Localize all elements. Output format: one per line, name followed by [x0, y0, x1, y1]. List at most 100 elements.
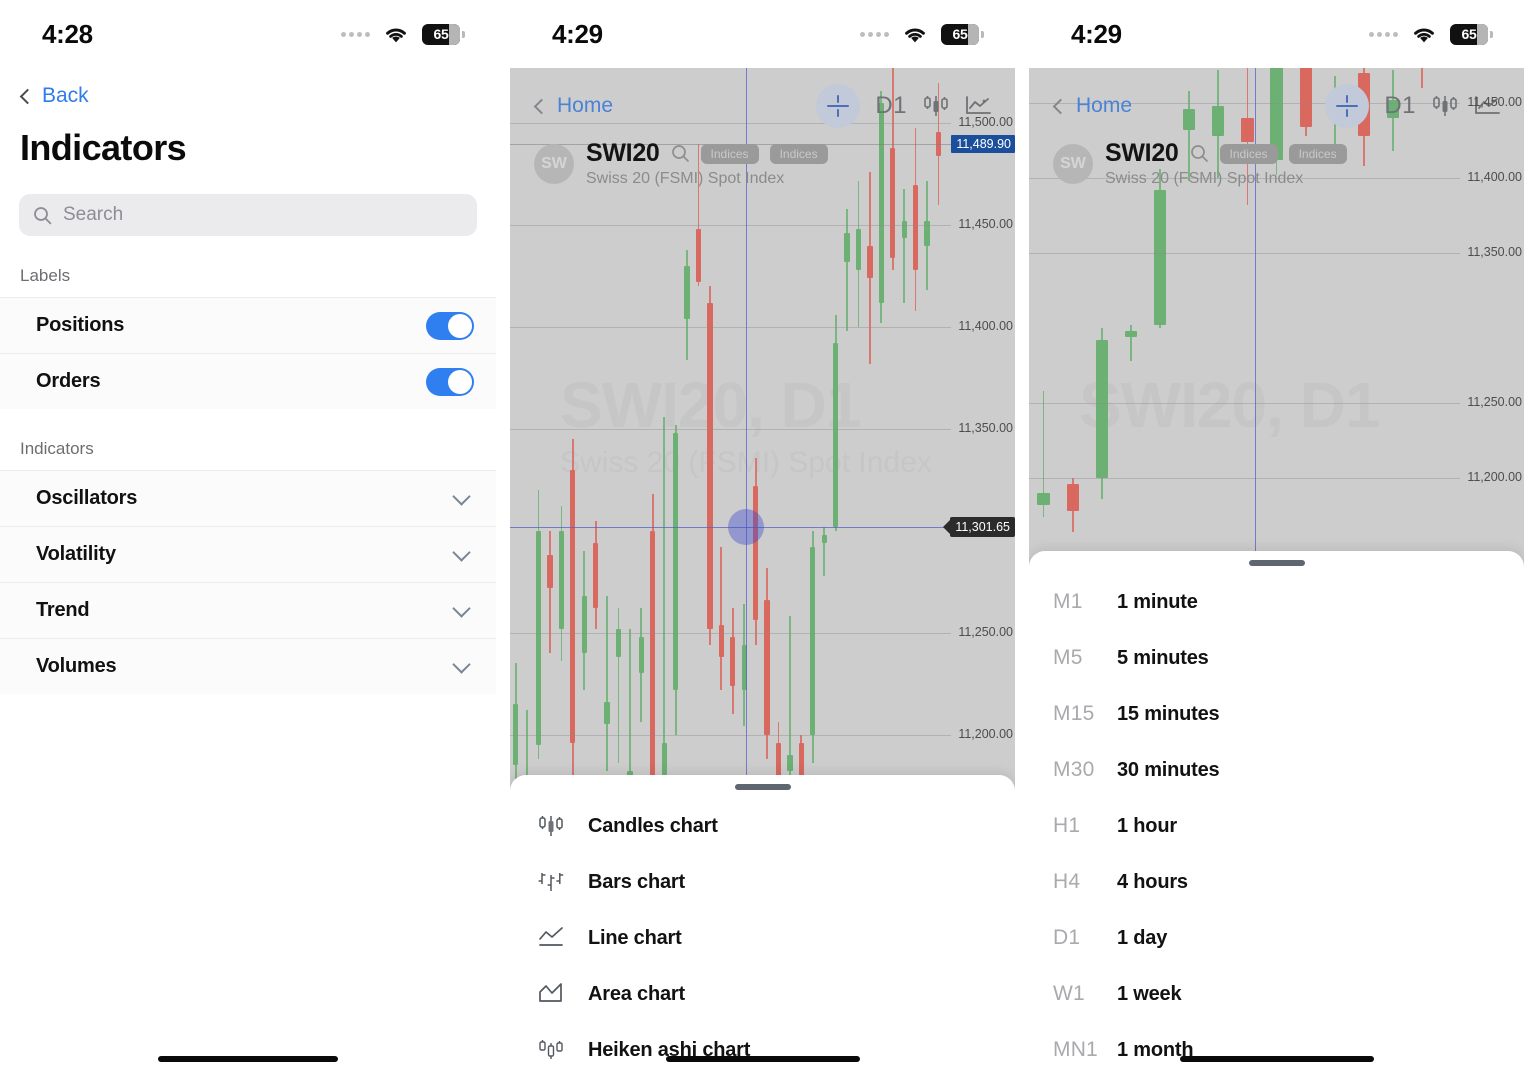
back-button[interactable]: Back [0, 68, 496, 108]
symbol-description: Swiss 20 (FSMI) Spot Index [1105, 170, 1304, 187]
signal-dots-icon [1369, 31, 1398, 37]
positions-toggle[interactable] [426, 311, 474, 340]
timeframe-item-label: 15 minutes [1117, 702, 1220, 725]
chart-type-item-candles[interactable]: Candles chart [510, 798, 1015, 854]
search-placeholder: Search [63, 204, 124, 225]
row-volumes[interactable]: Volumes [0, 638, 496, 694]
row-volatility[interactable]: Volatility [0, 526, 496, 582]
chevron-down-icon [452, 486, 471, 506]
status-time: 4:29 [552, 18, 603, 49]
candle-body [650, 530, 656, 792]
page-title: Indicators [20, 127, 187, 168]
candle-body [1095, 340, 1108, 478]
candle-body [1037, 493, 1050, 505]
candle-body [558, 530, 565, 629]
candle-body [581, 596, 587, 654]
candles-chart-icon [534, 813, 568, 839]
candle-body [718, 624, 724, 658]
chart-type-item-area[interactable]: Area chart [510, 966, 1015, 1022]
candle-body [604, 701, 610, 725]
home-back-button[interactable]: Home [533, 94, 613, 118]
timeframe-list: M1 1 minute M5 5 minutes M15 15 minutes M30 30 … [1029, 566, 1524, 1078]
symbol-header[interactable]: SW SWI20 Indices Indices Swiss 20 (FSMI)… [1029, 128, 1524, 188]
candle-body [810, 547, 816, 735]
row-positions[interactable]: Positions [0, 297, 496, 353]
timeframe-item-d1[interactable]: D1 1 day [1029, 910, 1524, 966]
symbol-ticker: SWI20 [586, 139, 660, 167]
timeframe-item-h1[interactable]: H1 1 hour [1029, 798, 1524, 854]
row-orders[interactable]: Orders [0, 353, 496, 409]
chart-type-button[interactable] [1431, 93, 1459, 119]
timeframe-item-m30[interactable]: M30 30 minutes [1029, 742, 1524, 798]
section-header-labels: Labels [20, 266, 71, 285]
timeframe-item-label: 1 minute [1117, 590, 1198, 613]
screen-chart-type: 4:29 65 SWI20, D1 Swiss 20 (FSMI) Spot I… [510, 0, 1015, 1078]
crosshair-button[interactable] [1325, 84, 1370, 128]
search-input[interactable]: Search [19, 194, 477, 236]
chart-gridline [1029, 403, 1460, 404]
timeframe-item-mn1[interactable]: MN1 1 month [1029, 1022, 1524, 1078]
candle-body [867, 245, 873, 279]
candles-chart-icon [1433, 96, 1457, 116]
candle-wick [903, 188, 906, 303]
status-indicators: 65 [341, 23, 465, 45]
timeframe-item-w1[interactable]: W1 1 week [1029, 966, 1524, 1022]
row-volumes-label: Volumes [36, 655, 117, 677]
candle-body [901, 221, 907, 238]
timeframe-item-label: 30 minutes [1117, 758, 1220, 781]
signal-dots-icon [860, 31, 889, 37]
chart-gridline [510, 429, 951, 430]
price-axis-label: 11,350.00 [1467, 245, 1522, 259]
orders-toggle[interactable] [426, 367, 474, 396]
crosshair-button[interactable] [816, 84, 861, 128]
timeframe-button[interactable]: D1 [873, 92, 909, 120]
chart-type-item-bars[interactable]: Bars chart [510, 854, 1015, 910]
area-chart-icon [534, 981, 568, 1007]
timeframe-button[interactable]: D1 [1382, 92, 1418, 120]
crosshair-touch-point[interactable] [728, 509, 764, 546]
timeframe-item-m1[interactable]: M1 1 minute [1029, 574, 1524, 630]
chevron-left-icon [533, 98, 550, 115]
price-axis-label: 11,200.00 [1467, 470, 1522, 484]
price-axis-label: 11,350.00 [958, 421, 1013, 435]
timeframe-item-code: H4 [1053, 870, 1081, 893]
price-axis-label: 11,400.00 [958, 319, 1013, 334]
home-back-button[interactable]: Home [1052, 94, 1133, 118]
candle-body [1066, 484, 1079, 511]
crosshair-price-label: 11,301.65 [950, 517, 1015, 538]
row-oscillators[interactable]: Oscillators [0, 470, 496, 526]
last-price-label: 11,489.90 [951, 135, 1015, 154]
chart-type-button[interactable] [922, 93, 950, 119]
symbol-header[interactable]: SW SWI20 Indices Indices Swiss 20 (FSMI)… [510, 128, 1015, 188]
timeframe-item-code: D1 [1053, 926, 1081, 949]
candle-body [707, 302, 713, 629]
wifi-icon [386, 28, 406, 42]
search-icon[interactable] [671, 144, 690, 163]
chart-type-item-heiken-ashi[interactable]: Heiken ashi chart [510, 1022, 1015, 1078]
timeframe-item-m5[interactable]: M5 5 minutes [1029, 630, 1524, 686]
chart-type-item-line[interactable]: Line chart [510, 910, 1015, 966]
candle-body [535, 530, 542, 745]
chevron-down-icon [452, 598, 471, 618]
chart-gridline [510, 327, 951, 329]
candle-body [570, 469, 576, 743]
avatar: SW [534, 143, 574, 184]
search-icon[interactable] [1190, 144, 1209, 163]
candle-body [638, 636, 644, 674]
battery-level: 65 [1461, 26, 1477, 42]
candle-body [821, 534, 827, 544]
signal-dots-icon [341, 31, 370, 37]
chart-type-list: Candles chart Bars chart Line chart Area… [510, 790, 1015, 1078]
chart-gridline [510, 734, 951, 736]
timeframe-item-m15[interactable]: M15 15 minutes [1029, 686, 1524, 742]
home-back-label: Home [1076, 94, 1133, 117]
timeframe-item-h4[interactable]: H4 4 hours [1029, 854, 1524, 910]
row-positions-label: Positions [36, 314, 125, 336]
price-axis-label: 11,250.00 [958, 624, 1013, 639]
row-trend[interactable]: Trend [0, 582, 496, 638]
symbol-badge: Indices [1288, 143, 1347, 164]
timeframe-item-code: M30 [1053, 758, 1095, 781]
chevron-left-icon [1052, 98, 1069, 115]
timeframe-item-label: 1 day [1117, 926, 1168, 949]
battery-icon: 65 [941, 23, 984, 45]
